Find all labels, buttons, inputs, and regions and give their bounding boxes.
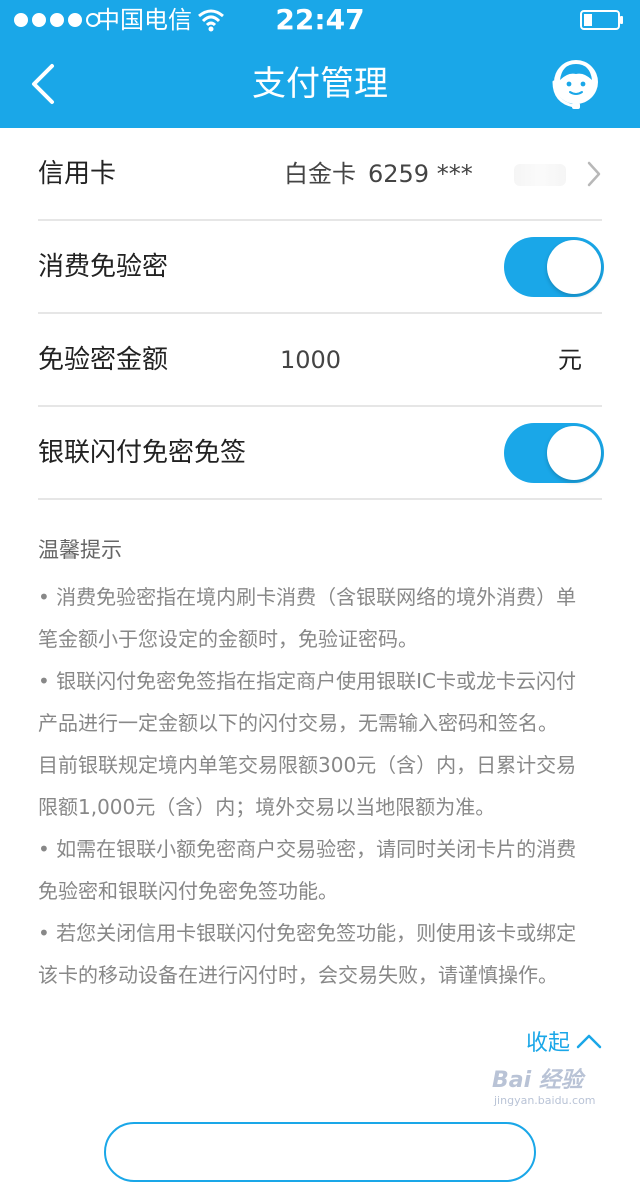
battery-icon [580,10,623,30]
no-pin-label: 消费免验密 [38,252,169,282]
amount-input[interactable]: 1000 [280,314,341,407]
amount-unit: 元 [558,346,582,374]
tip-line: 限额1,000元（含）内；境外交易以当地限额为准。 [38,795,496,819]
watermark-main: Bai 经验 [492,1068,583,1093]
tip-line: • 若您关闭信用卡银联闪付免密免签功能，则使用该卡或绑定 [38,921,577,945]
amount-label: 免验密金额 [38,345,169,375]
toggle-knob [547,426,601,480]
amount-row: 免验密金额 1000 元 [38,314,602,407]
card-type: 白金卡 [284,160,356,188]
no-pin-toggle[interactable] [504,237,604,297]
tips-title: 温馨提示 [38,538,122,562]
no-pin-row: 消费免验密 [38,221,604,314]
tip-line: • 银联闪付免密免签指在指定商户使用银联IC卡或龙卡云闪付 [38,669,577,693]
quickpass-toggle[interactable] [504,423,604,483]
status-time: 22:47 [275,3,365,36]
tip-line: 免验密和银联闪付免密免签功能。 [38,879,338,903]
card-info: 白金卡 6259 *** [284,128,473,221]
app-header: 中国电信 22:47 支付管理 [0,0,640,128]
quickpass-row: 银联闪付免密免签 [38,407,604,500]
bottom-action-button[interactable] [104,1122,536,1182]
credit-card-row[interactable]: 信用卡 白金卡 6259 *** [38,128,602,221]
tip-line: 笔金额小于您设定的金额时，免验证密码。 [38,627,418,651]
chevron-right-icon [587,161,601,187]
tip-line: • 如需在银联小额免密商户交易验密，请同时关闭卡片的消费 [38,837,577,861]
tip-line: 产品进行一定金额以下的闪付交易，无需输入密码和签名。 [38,711,558,735]
watermark-sub: jingyan.baidu.com [494,1094,596,1107]
nav-bar: 支付管理 [0,40,640,128]
tip-line: • 消费免验密指在境内刷卡消费（含银联网络的境外消费）单 [38,585,577,609]
tips-section: 温馨提示 • 消费免验密指在境内刷卡消费（含银联网络的境外消费）单 笔金额小于您… [38,530,604,996]
tip-line: 目前银联规定境内单笔交易限额300元（含）内，日累计交易 [38,753,577,777]
customer-service-icon[interactable] [548,56,604,112]
status-bar: 中国电信 22:47 [0,0,640,40]
quickpass-label: 银联闪付免密免签 [38,438,247,468]
back-button[interactable] [22,60,66,108]
toggle-knob [547,240,601,294]
baidu-watermark: Bai 经验 jingyan.baidu.com [492,1062,610,1112]
chevron-up-icon [576,1034,602,1049]
page-title: 支付管理 [252,64,388,104]
credit-card-label: 信用卡 [38,159,117,189]
card-number-mask [514,164,566,186]
collapse-label: 收起 [526,1031,571,1056]
collapse-button[interactable]: 收起 [526,1024,602,1064]
card-number: 6259 *** [368,160,473,188]
tip-line: 该卡的移动设备在进行闪付时，会交易失败，请谨慎操作。 [38,963,558,987]
